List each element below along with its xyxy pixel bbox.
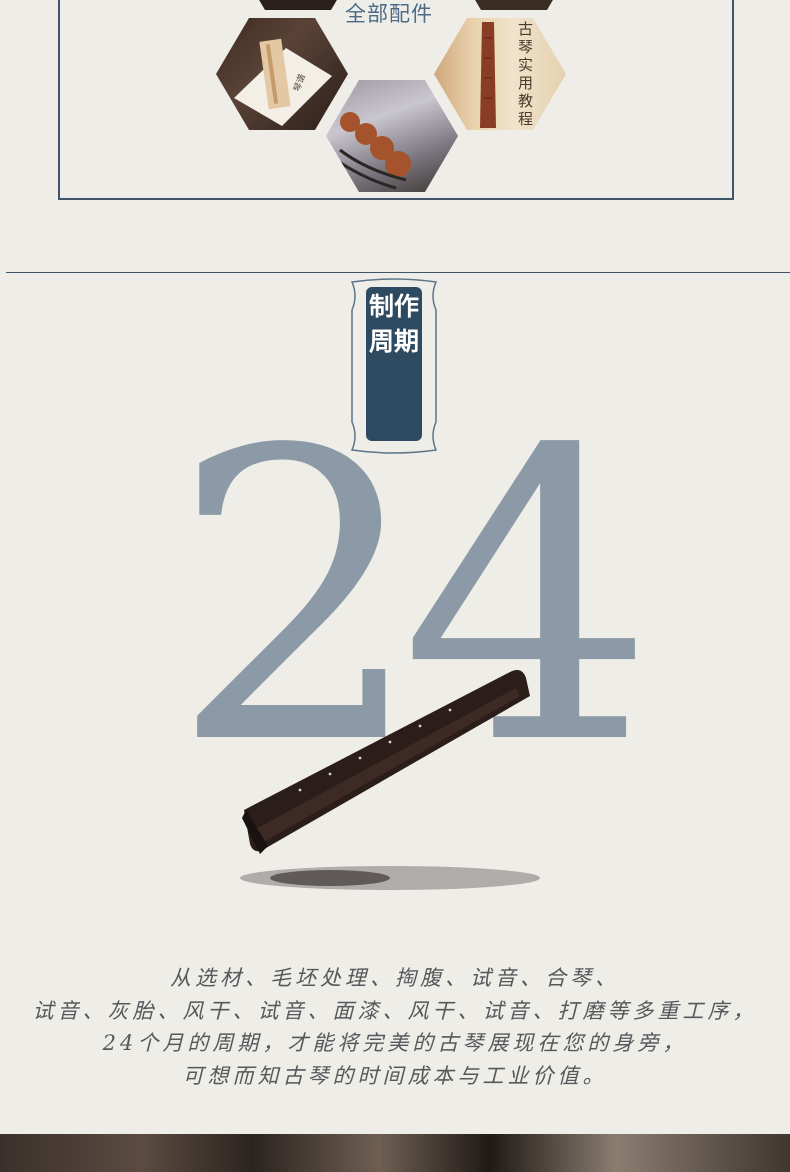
workshop-photo-strip xyxy=(0,1134,790,1172)
guqin-instrument-image xyxy=(240,670,540,890)
section-badge-label: 制作周期 xyxy=(368,292,419,356)
description-line: 试音、灰胎、风干、试音、面漆、风干、试音、打磨等多重工序， xyxy=(32,998,758,1023)
book-spine-title: 古琴实用教程 xyxy=(518,20,534,128)
production-description: 从选材、毛坯处理、掏腹、试音、合琴、 试音、灰胎、风干、试音、面漆、风干、试音、… xyxy=(0,962,790,1092)
description-line: 24个月的周期，才能将完美的古琴展现在您的身旁， xyxy=(102,1031,688,1055)
accessories-title: 全部配件 xyxy=(345,2,433,26)
section-divider xyxy=(6,272,790,273)
description-line: 可想而知古琴的时间成本与工业价值。 xyxy=(182,1063,608,1088)
description-line: 从选材、毛坯处理、掏腹、试音、合琴、 xyxy=(170,966,620,990)
